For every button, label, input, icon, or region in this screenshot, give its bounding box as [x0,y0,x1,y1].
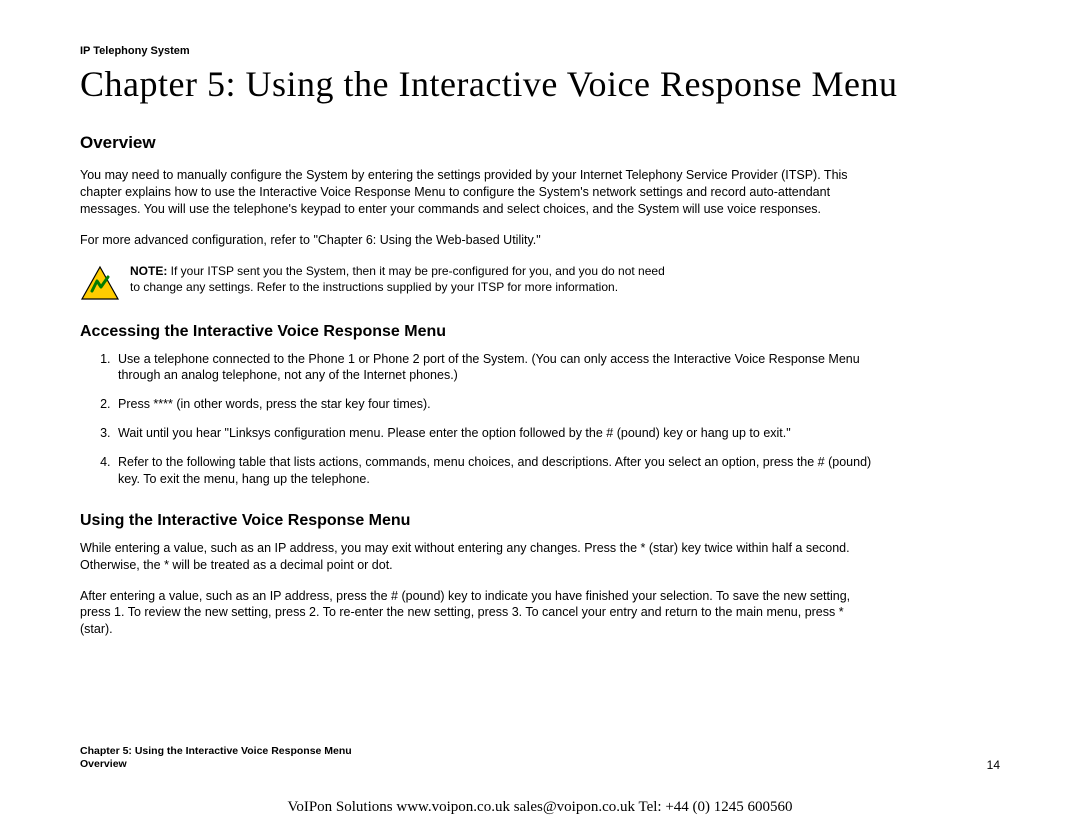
accessing-heading: Accessing the Interactive Voice Response… [80,323,1000,341]
footer-left: Chapter 5: Using the Interactive Voice R… [80,745,352,772]
overview-heading: Overview [80,133,1000,153]
footer-chapter: Chapter 5: Using the Interactive Voice R… [80,745,352,759]
using-heading: Using the Interactive Voice Response Men… [80,512,1000,530]
note-text: NOTE: If your ITSP sent you the System, … [130,263,670,295]
footer-section: Overview [80,758,352,772]
chapter-title: Chapter 5: Using the Interactive Voice R… [80,63,1000,105]
using-paragraph-2: After entering a value, such as an IP ad… [80,588,860,639]
steps-list: Use a telephone connected to the Phone 1… [80,351,894,488]
list-item: Press **** (in other words, press the st… [114,396,894,413]
document-page: IP Telephony System Chapter 5: Using the… [0,0,1080,638]
warning-icon [80,265,120,301]
list-item: Wait until you hear "Linksys configurati… [114,425,894,442]
note-box: NOTE: If your ITSP sent you the System, … [80,263,670,299]
using-paragraph-1: While entering a value, such as an IP ad… [80,540,860,574]
overview-paragraph-2: For more advanced configuration, refer t… [80,232,860,249]
note-body: If your ITSP sent you the System, then i… [130,264,665,294]
list-item: Use a telephone connected to the Phone 1… [114,351,894,385]
overview-paragraph-1: You may need to manually configure the S… [80,167,860,218]
contact-line: VoIPon Solutions www.voipon.co.uk sales@… [0,799,1080,816]
header-label: IP Telephony System [80,45,1000,57]
note-label: NOTE: [130,264,167,278]
page-number: 14 [987,758,1000,772]
list-item: Refer to the following table that lists … [114,454,894,488]
footer: Chapter 5: Using the Interactive Voice R… [80,745,1000,772]
